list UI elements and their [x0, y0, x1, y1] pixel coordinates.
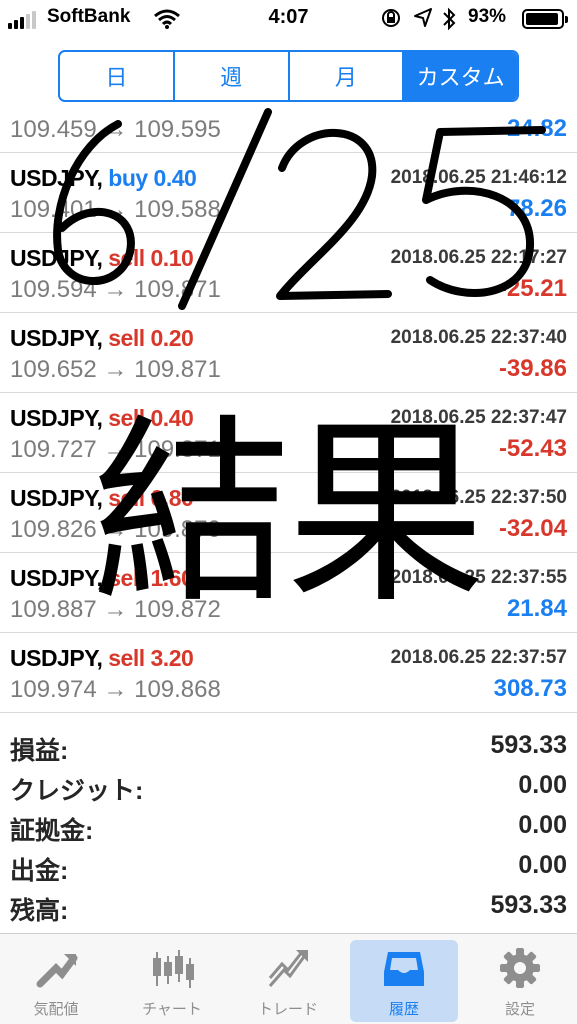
battery-percent: 93%	[468, 6, 507, 27]
tab-history[interactable]: 履歴	[350, 940, 458, 1022]
summary-label: 損益:	[10, 737, 69, 765]
deal-profit: -39.86	[498, 355, 567, 382]
status-bar: SoftBank 4:07 93%	[0, 0, 577, 38]
summary-value: 593.33	[490, 731, 567, 759]
deal-type: sell 0.10	[108, 245, 194, 271]
deal-symbol: USDJPY, sell 3.20	[10, 645, 194, 671]
settings-icon	[500, 948, 540, 988]
account-summary: 損益: 593.33 クレジット: 0.00 証拠金: 0.00 出金: 0.0…	[0, 727, 577, 927]
deal-profit: -52.43	[498, 435, 567, 462]
tab-label: トレード	[257, 1001, 318, 1018]
deal-time: 2018.06.25 22:37:47	[390, 407, 567, 428]
deal-time: 2018.06.25 22:37:50	[390, 487, 567, 508]
deal-row[interactable]: USDJPY, sell 0.40 2018.06.25 22:37:47 10…	[0, 393, 577, 473]
rotation-lock-icon	[382, 9, 400, 27]
summary-profit-row: 損益: 593.33	[0, 727, 577, 767]
chart-icon	[153, 950, 194, 988]
summary-label: 証拠金:	[10, 817, 94, 845]
summary-value: 593.33	[490, 891, 567, 919]
battery-icon	[522, 9, 568, 29]
deal-symbol: USDJPY, sell 0.40	[10, 405, 194, 431]
history-icon	[384, 952, 424, 986]
deal-price: 109.401 → 109.588	[10, 196, 221, 223]
deal-type: sell 0.20	[108, 325, 194, 351]
deal-price: 109.594 → 109.871	[10, 276, 221, 303]
deal-row[interactable]: 109.459 → 109.595 24.82	[0, 108, 577, 153]
deal-profit: 21.84	[506, 595, 567, 622]
summary-value: 0.00	[518, 851, 567, 879]
bottom-tab-bar: 気配値 チャート トレード 履歴 設定	[0, 933, 577, 1024]
tab-settings[interactable]: 設定	[466, 940, 574, 1022]
deal-type: buy 0.40	[108, 165, 197, 191]
summary-value: 0.00	[518, 811, 567, 839]
period-month-button[interactable]: 月	[290, 52, 405, 100]
deal-type: sell 1.60	[108, 565, 194, 591]
tab-label: 気配値	[33, 1001, 79, 1018]
deal-history-list[interactable]: 109.459 → 109.595 24.82 USDJPY, buy 0.40…	[0, 108, 577, 716]
deal-price: 109.826 → 109.870	[10, 516, 221, 543]
deal-symbol: USDJPY, sell 1.60	[10, 565, 194, 591]
deal-profit: 24.82	[506, 115, 567, 142]
deal-row[interactable]: USDJPY, sell 0.80 2018.06.25 22:37:50 10…	[0, 473, 577, 553]
deal-time: 2018.06.25 22:37:40	[390, 327, 567, 348]
deal-row[interactable]: USDJPY, buy 0.40 2018.06.25 21:46:12 109…	[0, 153, 577, 233]
summary-withdrawal-row: 出金: 0.00	[0, 847, 577, 887]
deal-row[interactable]: USDJPY, sell 1.60 2018.06.25 22:37:55 10…	[0, 553, 577, 633]
bluetooth-icon	[443, 7, 456, 31]
deal-price: 109.459 → 109.595	[10, 116, 221, 143]
deal-profit: -25.21	[498, 275, 567, 302]
summary-deposit-row: 証拠金: 0.00	[0, 807, 577, 847]
summary-value: 0.00	[518, 771, 567, 799]
tab-label: 履歴	[388, 1001, 419, 1018]
period-week-button[interactable]: 週	[175, 52, 290, 100]
location-icon	[414, 8, 432, 27]
summary-label: 残高:	[10, 897, 69, 925]
deal-symbol: USDJPY, sell 0.20	[10, 325, 194, 351]
summary-credit-row: クレジット: 0.00	[0, 767, 577, 807]
deal-row[interactable]: USDJPY, sell 0.20 2018.06.25 22:37:40 10…	[0, 313, 577, 393]
deal-symbol: USDJPY, sell 0.10	[10, 245, 194, 271]
deal-type: sell 0.80	[108, 485, 194, 511]
deal-time: 2018.06.25 22:37:57	[390, 647, 567, 668]
tab-chart[interactable]: チャート	[118, 940, 226, 1022]
tab-label: 設定	[504, 1001, 535, 1018]
deal-price: 109.727 → 109.871	[10, 436, 221, 463]
deal-type: sell 3.20	[108, 645, 194, 671]
quotes-icon	[36, 954, 78, 988]
deal-price: 109.887 → 109.872	[10, 596, 221, 623]
deal-symbol: USDJPY, buy 0.40	[10, 165, 197, 191]
tab-label: チャート	[142, 1001, 202, 1018]
deal-time: 2018.06.25 21:46:12	[390, 167, 567, 188]
deal-profit: 78.26	[506, 195, 567, 222]
summary-label: クレジット:	[10, 777, 144, 805]
period-custom-button[interactable]: カスタム	[404, 52, 517, 100]
deal-row[interactable]: USDJPY, sell 3.20 2018.06.25 22:37:57 10…	[0, 633, 577, 713]
deal-symbol: USDJPY, sell 0.80	[10, 485, 194, 511]
tab-trade[interactable]: トレード	[234, 940, 342, 1022]
summary-balance-row: 残高: 593.33	[0, 887, 577, 927]
deal-profit: 308.73	[493, 675, 567, 702]
deal-profit: -32.04	[498, 515, 567, 542]
deal-price: 109.652 → 109.871	[10, 356, 221, 383]
deal-row[interactable]: USDJPY, sell 0.10 2018.06.25 22:17:27 10…	[0, 233, 577, 313]
period-day-button[interactable]: 日	[60, 52, 175, 100]
tab-quotes[interactable]: 気配値	[2, 940, 110, 1022]
deal-time: 2018.06.25 22:17:27	[390, 247, 567, 268]
deal-type: sell 0.40	[108, 405, 194, 431]
period-selector: 日 週 月 カスタム	[58, 50, 519, 102]
deal-price: 109.974 → 109.868	[10, 676, 221, 703]
deal-time: 2018.06.25 22:37:55	[390, 567, 567, 588]
trade-icon	[268, 950, 308, 987]
summary-label: 出金:	[10, 857, 69, 885]
